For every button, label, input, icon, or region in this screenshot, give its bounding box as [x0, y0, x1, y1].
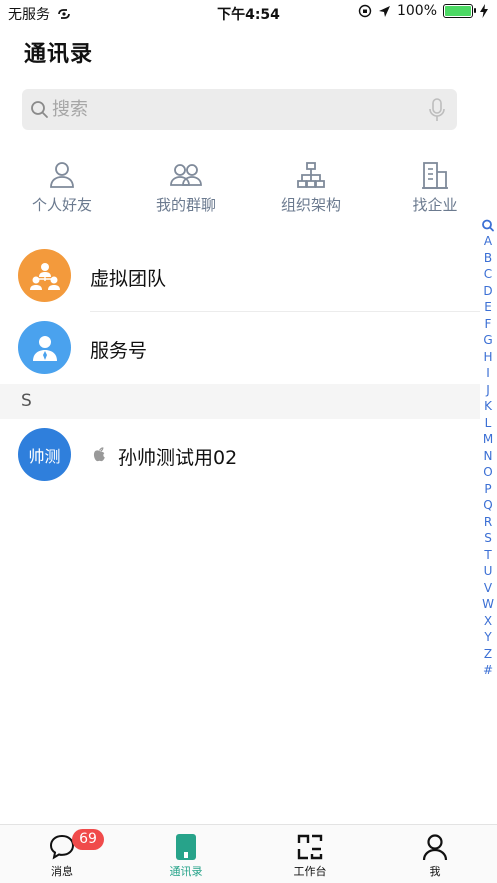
apple-icon	[93, 447, 105, 462]
battery-fill	[445, 6, 471, 16]
quick-entry-label: 找企业	[412, 196, 458, 214]
index-letter[interactable]: E	[480, 299, 496, 316]
building-icon	[422, 162, 448, 189]
index-letter[interactable]: X	[480, 613, 496, 630]
index-letter[interactable]: K	[480, 398, 496, 415]
index-letter[interactable]: #	[480, 662, 496, 679]
virtual-team-avatar	[18, 249, 71, 302]
index-letter[interactable]: L	[480, 415, 496, 432]
quick-entry-label: 个人好友	[31, 196, 92, 214]
orientation-lock-icon	[358, 4, 372, 18]
org-chart-icon	[297, 162, 325, 188]
group-chat-icon	[170, 164, 202, 186]
tab-messages[interactable]: 消息 69	[0, 825, 124, 883]
page-title: 通讯录	[24, 42, 94, 67]
status-right: 100%	[358, 3, 489, 19]
quick-entry-personal-friends[interactable]: 个人好友	[7, 160, 117, 215]
tab-workbench[interactable]: 工作台	[248, 825, 372, 883]
status-bar: 无服务 下午4:54 100%	[0, 0, 497, 26]
person-icon	[422, 834, 448, 861]
contact-avatar: 帅测	[18, 428, 71, 481]
quick-entry-group-chats[interactable]: 我的群聊	[131, 160, 241, 215]
section-letter: S	[21, 391, 32, 411]
location-arrow-icon	[378, 5, 390, 17]
index-letter[interactable]: I	[480, 365, 496, 382]
tab-contacts[interactable]: 通讯录	[124, 825, 248, 883]
index-letter[interactable]: N	[480, 448, 496, 465]
virtual-team-label: 虚拟团队	[90, 268, 167, 290]
workbench-grid-icon	[297, 834, 323, 860]
index-letter[interactable]: Z	[480, 646, 496, 663]
index-letter[interactable]: W	[480, 596, 496, 613]
index-letter[interactable]: S	[480, 530, 496, 547]
index-letter[interactable]: R	[480, 514, 496, 531]
index-letter[interactable]: M	[480, 431, 496, 448]
quick-entry-label: 组织架构	[280, 196, 341, 214]
microphone-icon[interactable]	[429, 98, 445, 122]
quick-entry-find-enterprise[interactable]: 找企业	[380, 160, 490, 215]
battery-icon	[443, 4, 476, 18]
service-person-icon	[32, 335, 57, 361]
tab-label: 我	[429, 865, 441, 878]
search-icon	[31, 101, 48, 118]
quick-entry-label: 我的群聊	[155, 196, 216, 214]
index-letter[interactable]: O	[480, 464, 496, 481]
section-header-s: S	[0, 384, 480, 419]
charging-bolt-icon	[480, 4, 488, 18]
person-friends-icon	[50, 162, 74, 188]
search-bar[interactable]	[22, 89, 457, 130]
unread-badge: 69	[72, 829, 104, 850]
index-letter[interactable]: G	[480, 332, 496, 349]
index-letter[interactable]: Q	[480, 497, 496, 514]
tab-me[interactable]: 我	[373, 825, 497, 883]
index-search-icon[interactable]	[480, 218, 496, 233]
tab-label: 通讯录	[169, 865, 203, 878]
index-letter[interactable]: F	[480, 316, 496, 333]
contact-avatar-text: 帅测	[28, 446, 61, 466]
list-item-virtual-team[interactable]: 虚拟团队	[0, 240, 480, 312]
list-item-service-account[interactable]: 服务号	[0, 312, 480, 384]
alphabet-index[interactable]: A B C D E F G H I J K L M N O P Q R S T …	[480, 218, 496, 679]
index-letter[interactable]: A	[480, 233, 496, 250]
quick-entry-row: 个人好友 我的群聊 组织架构 找企业	[0, 160, 480, 220]
index-letter[interactable]: U	[480, 563, 496, 580]
index-letter[interactable]: V	[480, 580, 496, 597]
index-letter[interactable]: T	[480, 547, 496, 564]
index-letter[interactable]: H	[480, 349, 496, 366]
index-letter[interactable]: B	[480, 250, 496, 267]
index-letter[interactable]: Y	[480, 629, 496, 646]
team-icon	[29, 262, 60, 290]
search-input[interactable]	[52, 94, 432, 125]
contact-name: 孙帅测试用02	[118, 447, 238, 469]
index-letter[interactable]: J	[480, 382, 496, 399]
quick-entry-org-structure[interactable]: 组织架构	[256, 160, 366, 215]
contacts-book-icon	[176, 834, 196, 860]
tab-label: 工作台	[293, 865, 327, 878]
index-letter[interactable]: P	[480, 481, 496, 498]
service-account-label: 服务号	[90, 340, 148, 362]
contact-row[interactable]: 帅测 孙帅测试用02	[0, 419, 480, 491]
bottom-tab-bar: 消息 69 通讯录 工作台 我	[0, 824, 497, 883]
tab-label: 消息	[51, 865, 73, 878]
battery-percent: 100%	[396, 3, 437, 19]
service-account-avatar	[18, 321, 71, 374]
index-letter[interactable]: D	[480, 283, 496, 300]
index-letter[interactable]: C	[480, 266, 496, 283]
